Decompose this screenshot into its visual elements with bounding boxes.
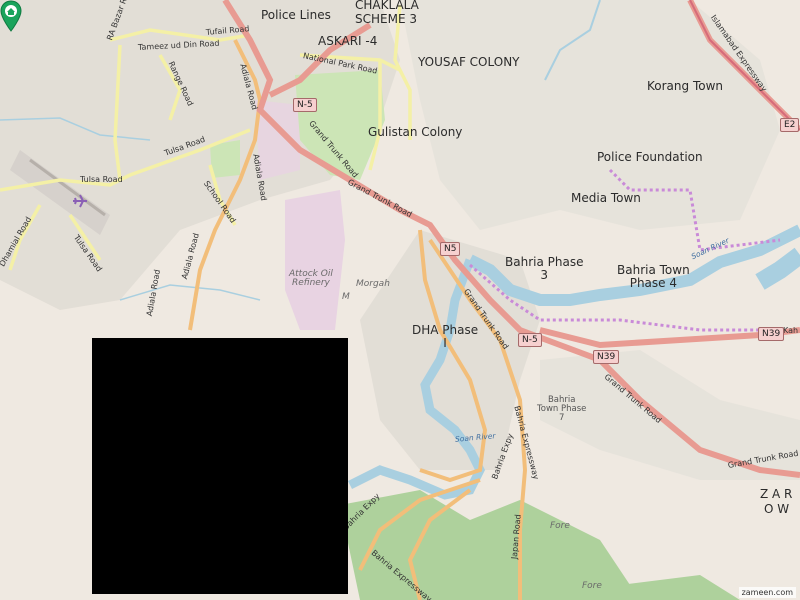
label-bahria-phase-7: Bahria Town Phase 7 xyxy=(537,395,587,423)
road-label-tulsa-b: Tulsa Road xyxy=(80,175,123,184)
map-canvas[interactable]: Police Lines CHAKLALA SCHEME 3 ASKARI -4… xyxy=(0,0,800,600)
label-yousaf-colony: YOUSAF COLONY xyxy=(418,55,520,69)
label-morgah: Morgah xyxy=(356,279,390,289)
watermark: zameen.com xyxy=(738,587,796,598)
route-shield-e2: E2 xyxy=(780,118,800,132)
route-shield-n39-a: N39 xyxy=(593,350,620,364)
label-gulistan-colony: Gulistan Colony xyxy=(368,125,463,139)
route-shield-n39-b: N39 xyxy=(758,327,785,341)
label-attock-oil-refinery: Attock Oil Refinery xyxy=(289,269,333,289)
home-location-pin-icon[interactable] xyxy=(0,0,22,32)
label-dha-phase-1: DHA Phase I xyxy=(412,323,479,350)
label-zara: Z A R xyxy=(760,487,793,501)
label-bahria-phase-3: Bahria Phase 3 xyxy=(505,255,584,282)
industrial-refinery xyxy=(285,190,345,330)
label-m: M xyxy=(342,292,350,302)
label-fore-1: Fore xyxy=(550,521,570,531)
label-scheme-3: SCHEME 3 xyxy=(355,12,417,26)
airport-icon xyxy=(73,194,87,208)
label-korang-town: Korang Town xyxy=(647,79,723,93)
label-askari-4: ASKARI -4 xyxy=(318,34,378,48)
label-police-foundation: Police Foundation xyxy=(597,150,703,164)
label-chaklala: CHAKLALA xyxy=(355,0,419,12)
route-shield-n5-b: N5 xyxy=(440,242,461,256)
label-media-town: Media Town xyxy=(571,191,641,205)
label-police-lines: Police Lines xyxy=(261,8,331,22)
road-label-kahuta: Kah xyxy=(783,326,799,335)
route-shield-n5-c: N-5 xyxy=(518,333,542,347)
redaction-block xyxy=(92,338,348,594)
label-bahria-phase-4: Bahria Town Phase 4 xyxy=(617,263,690,290)
route-shield-n5-a: N-5 xyxy=(293,98,317,112)
label-fore-2: Fore xyxy=(582,581,602,591)
label-owi: O W xyxy=(764,502,790,516)
